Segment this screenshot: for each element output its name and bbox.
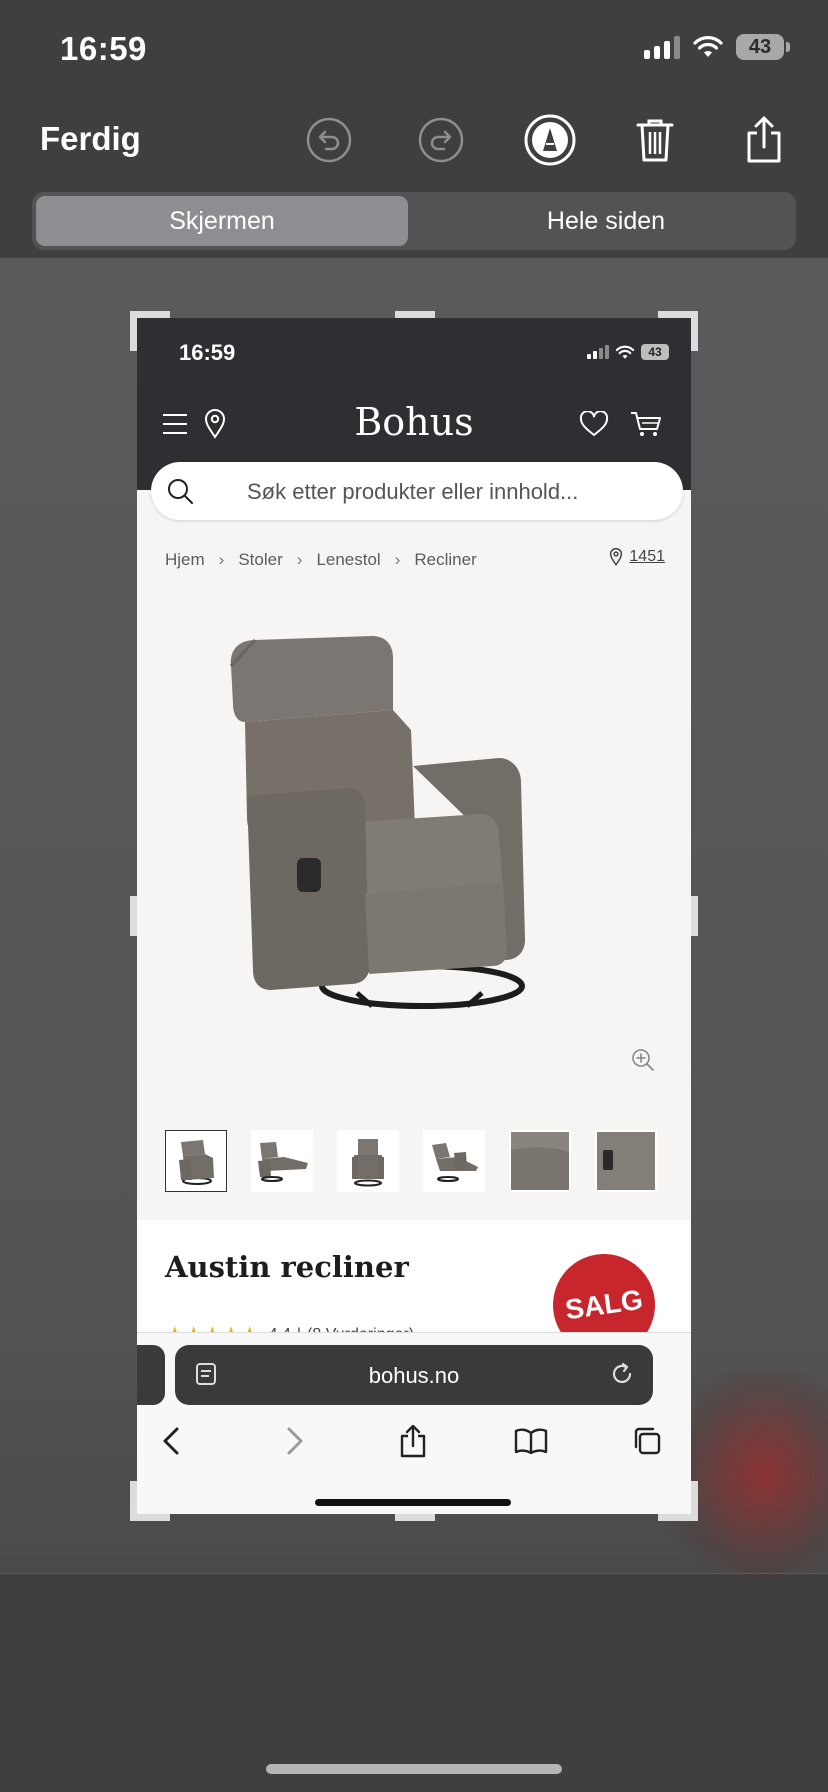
breadcrumb-item[interactable]: Lenestol	[316, 550, 380, 570]
bookmarks-icon[interactable]	[509, 1419, 553, 1463]
thumbnail-6[interactable]	[595, 1130, 657, 1192]
status-indicators: 43	[644, 34, 790, 60]
address-bar[interactable]: bohus.no	[175, 1345, 653, 1405]
segment-screen[interactable]: Skjermen	[36, 196, 408, 246]
breadcrumb-item[interactable]: Stoler	[238, 550, 282, 570]
tabs-icon[interactable]	[625, 1419, 669, 1463]
markup-icon[interactable]	[522, 112, 578, 168]
product-image[interactable]	[207, 618, 607, 1038]
blurred-background-decoration	[668, 1370, 828, 1580]
thumbnail-strip	[165, 1130, 665, 1194]
inner-status-indicators: 43	[587, 344, 669, 360]
crop-handle-right[interactable]	[691, 896, 698, 936]
thumbnail-2[interactable]	[251, 1130, 313, 1192]
screenshot-editor: 16:59 43 Ferdig Skjermen Hele siden 16:5…	[0, 0, 828, 1792]
chevron-right-icon: ›	[296, 550, 303, 569]
battery-icon: 43	[736, 34, 790, 60]
crop-handle-left[interactable]	[130, 896, 137, 936]
segment-full-page[interactable]: Hele siden	[420, 196, 792, 246]
status-time: 16:59	[60, 30, 147, 67]
share-icon[interactable]	[736, 112, 792, 168]
chevron-right-icon: ›	[218, 550, 225, 569]
wifi-icon	[693, 36, 723, 57]
crop-handle-bottom[interactable]	[395, 1514, 435, 1521]
search-placeholder: Søk etter produkter eller innhold...	[247, 479, 579, 504]
breadcrumb-item[interactable]: Recliner	[414, 550, 476, 570]
inner-status-time: 16:59	[179, 340, 236, 365]
product-title: Austin recliner	[165, 1250, 409, 1284]
store-number[interactable]: 1451	[629, 548, 665, 566]
markup-toolbar: Ferdig	[0, 100, 828, 190]
crop-handle-bottom-left-vertical[interactable]	[130, 1481, 137, 1521]
breadcrumb: Hjem › Stoler › Lenestol › Recliner	[165, 550, 665, 570]
thumbnail-1[interactable]	[165, 1130, 227, 1192]
redo-icon[interactable]	[413, 112, 469, 168]
reload-icon[interactable]	[609, 1361, 635, 1387]
thumbnail-4[interactable]	[423, 1130, 485, 1192]
done-button[interactable]: Ferdig	[40, 120, 141, 158]
crop-handle-bottom-right-vertical[interactable]	[691, 1481, 698, 1521]
capture-mode-segmented-control: Skjermen Hele siden	[32, 192, 796, 250]
breadcrumb-item[interactable]: Hjem	[165, 550, 205, 570]
crop-handle-top[interactable]	[395, 311, 435, 318]
search-icon	[168, 479, 193, 504]
cart-icon[interactable]	[629, 408, 663, 440]
heart-icon[interactable]	[577, 408, 611, 440]
cellular-signal-icon	[644, 35, 680, 59]
screenshot-preview[interactable]: 16:59 43 Bohus Søk etter produkter eller…	[137, 318, 691, 1514]
inner-battery-icon: 43	[641, 344, 669, 360]
safari-toolbar: bohus.no	[137, 1332, 691, 1514]
divider	[0, 1573, 828, 1574]
zoom-in-icon[interactable]	[631, 1048, 655, 1077]
trash-icon[interactable]	[627, 112, 683, 168]
crop-handle-top-right-vertical[interactable]	[691, 311, 698, 351]
forward-icon[interactable]	[273, 1419, 317, 1463]
inner-home-indicator	[315, 1499, 511, 1506]
status-bar: 16:59 43	[0, 0, 828, 100]
thumbnail-5[interactable]	[509, 1130, 571, 1192]
store-selector[interactable]: 1451	[609, 548, 665, 566]
previous-tab-peek[interactable]	[137, 1345, 165, 1405]
url-text: bohus.no	[368, 1363, 460, 1388]
undo-icon[interactable]	[301, 112, 357, 168]
thumbnail-3[interactable]	[337, 1130, 399, 1192]
inner-cellular-icon	[587, 345, 609, 359]
inner-wifi-icon	[615, 345, 635, 359]
home-indicator	[266, 1764, 562, 1774]
share-icon[interactable]	[391, 1419, 435, 1463]
search-input[interactable]: Søk etter produkter eller innhold...	[151, 462, 683, 520]
store-pin-icon	[610, 548, 623, 566]
chevron-right-icon: ›	[394, 550, 401, 569]
crop-handle-top-left-vertical[interactable]	[130, 311, 137, 351]
battery-level: 43	[736, 34, 784, 60]
back-icon[interactable]	[149, 1419, 193, 1463]
